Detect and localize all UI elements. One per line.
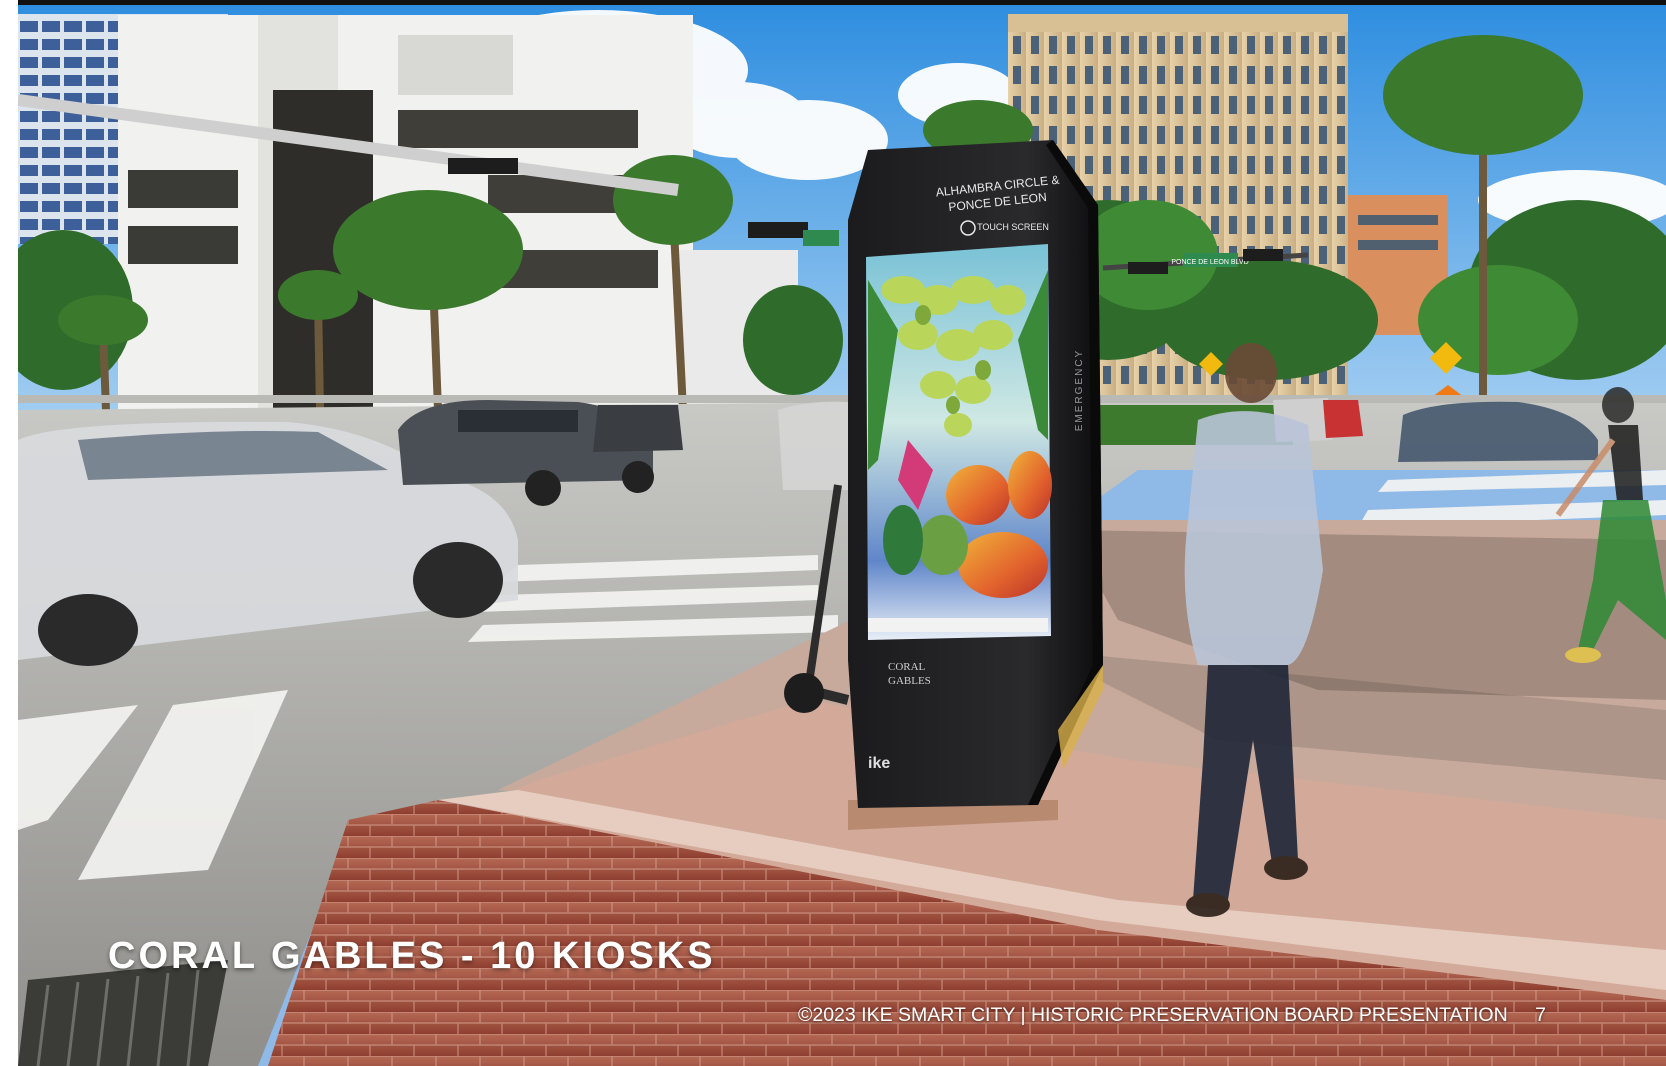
slide-title: CORAL GABLES - 10 KIOSKS <box>108 935 716 977</box>
street-photo: PONCE DE LEON BLVD ALHAMBRA CIRCLE & PON… <box>18 5 1666 1066</box>
page-number: 7 <box>1535 1004 1546 1026</box>
footer: ©2023 IKE SMART CITY | HISTORIC PRESERVA… <box>798 1004 1588 1027</box>
city-logo-line2: GABLES <box>888 675 931 687</box>
city-logo-line1: CORAL <box>888 661 926 673</box>
kiosk-brand: ike <box>868 755 890 772</box>
slide: PONCE DE LEON BLVD ALHAMBRA CIRCLE & PON… <box>18 0 1666 1066</box>
kiosk-side-label: EMERGENCY <box>1074 349 1085 431</box>
kiosk-touch-label: TOUCH SCREEN <box>977 222 1049 232</box>
kiosk-screen <box>866 244 1052 640</box>
footer-text: ©2023 IKE SMART CITY | HISTORIC PRESERVA… <box>798 1004 1508 1026</box>
kiosk: ALHAMBRA CIRCLE & PONCE DE LEON TOUCH SC… <box>848 140 1103 830</box>
street-sign-text: PONCE DE LEON BLVD <box>1171 259 1248 266</box>
